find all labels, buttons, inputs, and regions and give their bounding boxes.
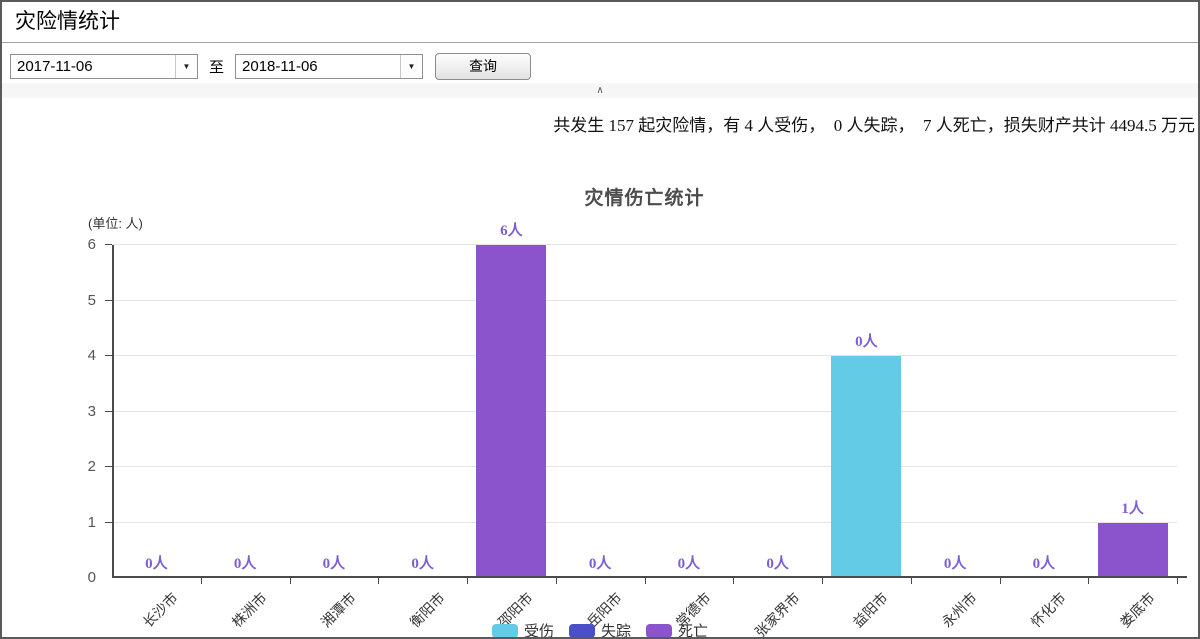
y-axis-tick [105,522,112,523]
chart-title: 灾情伤亡统计 [112,183,1177,210]
chevron-up-icon[interactable]: ∧ [596,85,603,96]
bar [1098,523,1168,579]
x-axis-line [112,576,1187,578]
scroll-up-strip[interactable]: ∧ [2,83,1198,98]
bar-label: 0人 [201,552,290,573]
bar-label: 6人 [467,219,556,240]
legend-label: 死亡 [678,620,708,639]
x-axis-tick [1000,578,1001,584]
bar [831,356,901,578]
date-to-picker[interactable]: 2018-11-06 ▼ [235,54,423,79]
y-axis-tick [105,411,112,412]
legend-label: 受伤 [524,620,554,639]
y-tick-label: 1 [64,514,96,531]
gridline [112,300,1177,301]
bar-label: 1人 [1088,497,1177,518]
gridline [112,355,1177,356]
y-axis-unit-label: (单位: 人) [88,213,143,232]
date-to-dropdown-arrow-icon[interactable]: ▼ [400,55,422,78]
legend-swatch-icon [492,624,518,638]
y-tick-label: 2 [64,458,96,475]
chart-legend: 受伤 失踪 死亡 [2,620,1198,639]
x-axis-tick [911,578,912,584]
bar-label: 0人 [378,552,467,573]
x-axis-tick [556,578,557,584]
bar-label: 0人 [822,330,911,351]
y-axis-line [112,245,114,578]
y-tick-label: 0 [64,569,96,586]
y-tick-label: 4 [64,347,96,364]
x-axis-tick [645,578,646,584]
x-axis-tick [1177,578,1178,584]
y-axis-tick [105,244,112,245]
y-axis-tick [105,466,112,467]
toolbar: 2017-11-06 ▼ 至 2018-11-06 ▼ 查询 [2,43,1198,83]
y-tick-label: 5 [64,292,96,309]
x-axis-tick [733,578,734,584]
x-axis-tick [290,578,291,584]
gridline [112,466,1177,467]
legend-item[interactable]: 死亡 [646,620,708,639]
page-title: 灾险情统计 [2,2,1198,42]
x-axis-tick [378,578,379,584]
x-axis-tick [201,578,202,584]
y-tick-label: 3 [64,403,96,420]
y-axis-tick [105,355,112,356]
summary-text: 共发生 157 起灾险情，有 4 人受伤， 0 人失踪， 7 人死亡，损失财产共… [2,114,1198,138]
bar-label: 0人 [556,552,645,573]
date-from-dropdown-arrow-icon[interactable]: ▼ [175,55,197,78]
page-header: 灾险情统计 [2,2,1198,43]
legend-swatch-icon [569,624,595,638]
bar-label: 0人 [733,552,822,573]
x-axis-tick [467,578,468,584]
y-tick-label: 6 [64,236,96,253]
casualty-chart: 灾情伤亡统计 (单位: 人) 01234560人长沙市0人株洲市0人湘潭市0人衡… [2,183,1198,639]
bar-label: 0人 [645,552,734,573]
y-axis-tick [105,300,112,301]
date-to-value[interactable]: 2018-11-06 [236,55,400,78]
date-from-value[interactable]: 2017-11-06 [11,55,175,78]
bar-label: 0人 [112,552,201,573]
legend-item[interactable]: 受伤 [492,620,554,639]
query-button[interactable]: 查询 [435,53,531,80]
legend-item[interactable]: 失踪 [569,620,631,639]
legend-label: 失踪 [601,620,631,639]
gridline [112,522,1177,523]
bar [476,245,546,578]
date-from-picker[interactable]: 2017-11-06 ▼ [10,54,198,79]
gridline [112,411,1177,412]
bar-label: 0人 [911,552,1000,573]
date-range-to-label: 至 [209,56,224,77]
x-axis-tick [1088,578,1089,584]
app-window: 灾险情统计 2017-11-06 ▼ 至 2018-11-06 ▼ 查询 ∧ 共… [0,0,1200,639]
gridline [112,244,1177,245]
x-axis-tick [822,578,823,584]
plot-area: 01234560人长沙市0人株洲市0人湘潭市0人衡阳市6人邵阳市0人岳阳市0人常… [112,245,1177,578]
bar-label: 0人 [290,552,379,573]
bar-label: 0人 [1000,552,1089,573]
legend-swatch-icon [646,624,672,638]
